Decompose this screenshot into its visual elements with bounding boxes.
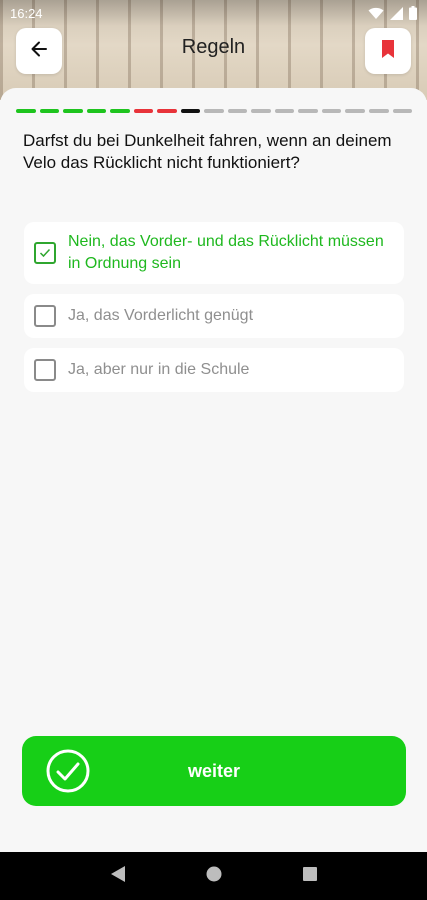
progress-indicator [16,109,413,113]
answer-option-3[interactable]: Ja, aber nur in die Schule [24,348,404,392]
progress-segment [204,109,224,113]
progress-segment [345,109,365,113]
battery-icon [409,6,417,20]
answer-options: Nein, das Vorder- und das Rücklicht müss… [24,222,404,402]
checkbox[interactable] [34,359,56,381]
progress-segment [16,109,36,113]
system-nav-bar [0,852,427,900]
progress-segment [392,109,413,113]
checkbox[interactable] [34,305,56,327]
bookmark-icon [381,39,395,64]
page-title: Regeln [181,36,246,58]
progress-segment [227,109,248,113]
nav-recents-icon[interactable] [302,866,317,886]
progress-segment [110,109,130,113]
checkbox-checked[interactable] [34,242,56,264]
status-icons [368,6,417,20]
answer-option-label: Ja, das Vorderlicht genügt [68,307,254,324]
progress-segment [180,109,201,113]
answer-option-label: Nein, das Vorder- und das Rücklicht müss… [68,233,384,272]
answer-option-2[interactable]: Ja, das Vorderlicht genügt [24,294,404,338]
progress-segment [63,109,83,113]
signal-icon [390,6,403,20]
question-text: Darfst du bei Dunkelheit fahren, wenn an… [23,131,392,172]
checkmark-icon [39,248,51,258]
answer-option-1[interactable]: Nein, das Vorder- und das Rücklicht müss… [24,222,404,284]
progress-segment [251,109,271,113]
progress-segment [157,109,177,113]
status-bar: 16:24 [0,0,427,26]
progress-segment [321,109,342,113]
progress-segment [274,109,295,113]
bookmark-button[interactable] [365,28,411,74]
status-time: 16:24 [10,5,43,21]
nav-home-icon[interactable] [206,866,222,887]
progress-segment [86,109,107,113]
nav-back-icon[interactable] [110,865,126,888]
wifi-icon [368,7,384,20]
progress-segment [133,109,154,113]
progress-segment [298,109,318,113]
progress-segment [368,109,389,113]
check-circle-icon [46,749,90,798]
progress-segment [39,109,60,113]
next-button-label: weiter [187,760,241,781]
next-button[interactable]: weiter [22,736,406,806]
answer-option-label: Ja, aber nur in die Schule [68,361,250,378]
